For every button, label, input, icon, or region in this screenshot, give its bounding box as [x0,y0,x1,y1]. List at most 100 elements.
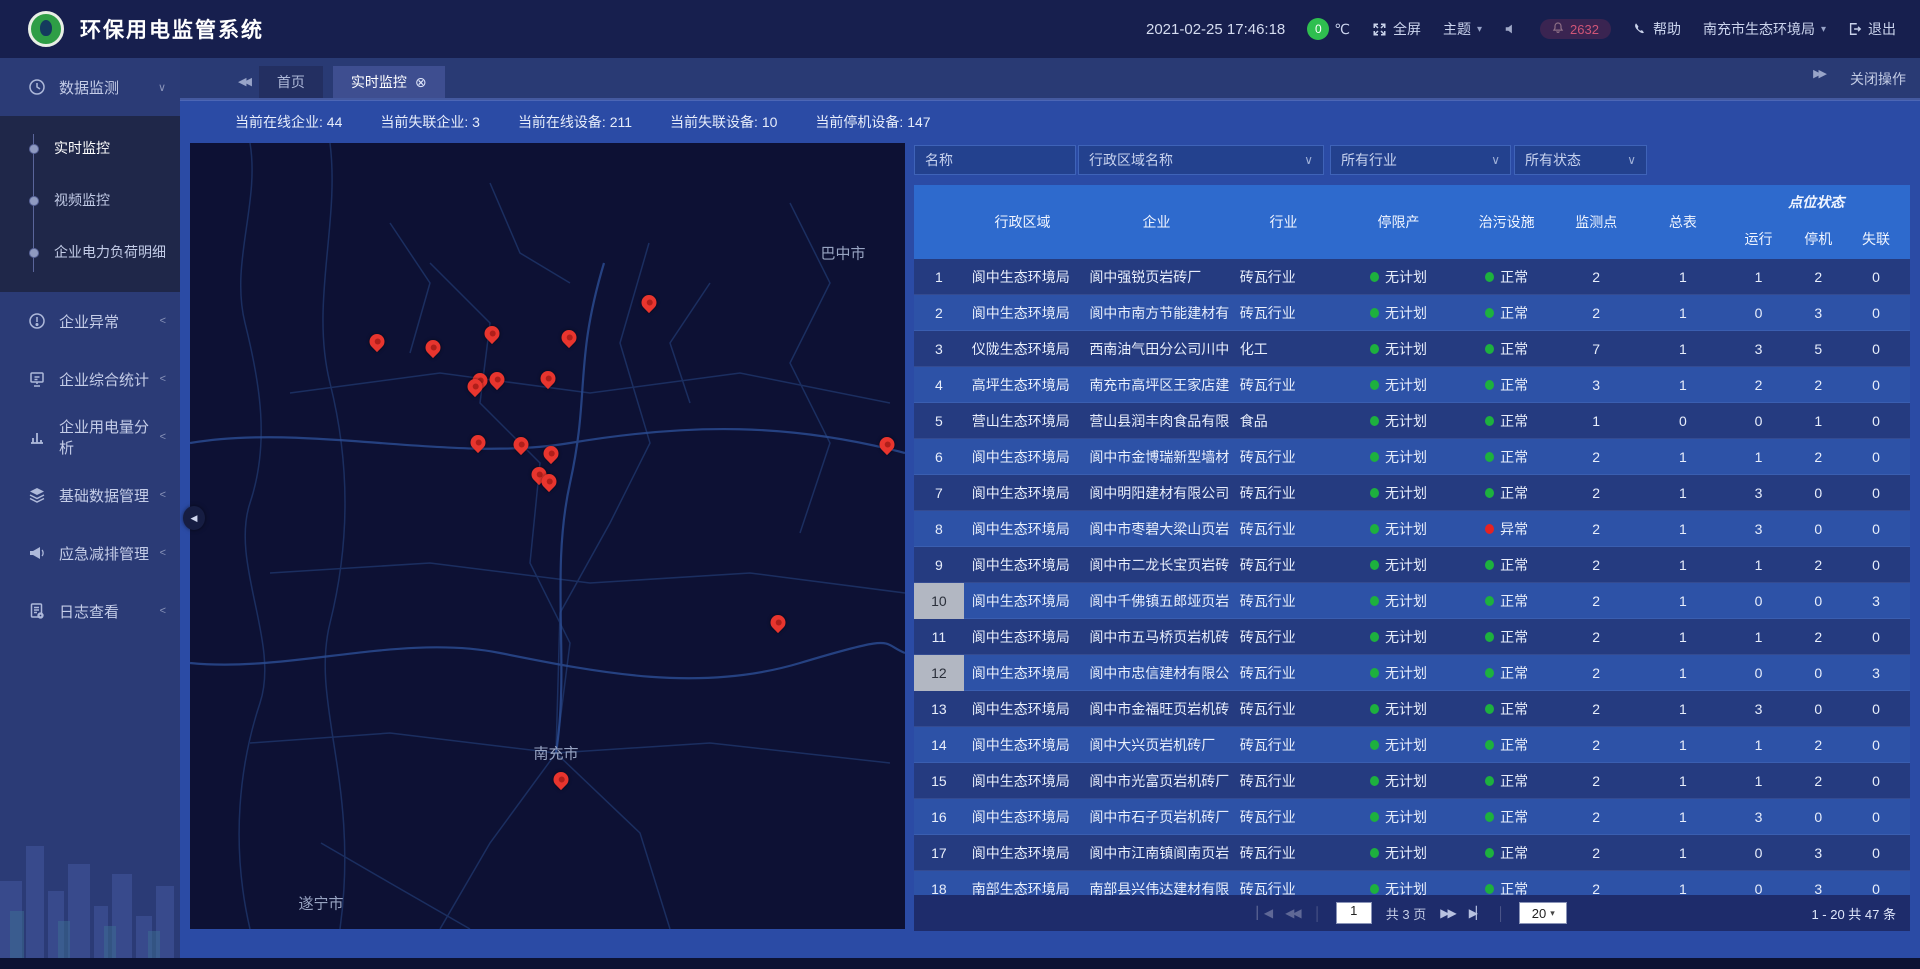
col-header-pollution-facility[interactable]: 治污设施 [1462,185,1552,259]
table-row[interactable]: 15阆中生态环境局阆中市光富页岩机砖厂砖瓦行业无计划正常21120 [914,763,1910,799]
col-header-limit-production[interactable]: 停限产 [1335,185,1461,259]
fullscreen-button[interactable]: 全屏 [1372,19,1421,39]
tabs-scroll-right-icon[interactable]: ▶▶ [1813,67,1824,80]
last-page-icon[interactable]: ▶▏ [1469,906,1483,920]
main-content: 当前在线企业: 44 当前失联企业: 3 当前在线设备: 211 当前失联设备:… [180,100,1920,969]
table-row[interactable]: 6阆中生态环境局阆中市金博瑞新型墙材砖瓦行业无计划正常21120 [914,439,1910,475]
pagination-bar: ▏◀ ◀◀ │ 1 共 3 页 ▶▶ ▶▏ │ 20 ▾ 1 - 20 共 47… [914,895,1910,931]
sidebar-item-emergency-reduction[interactable]: 应急减排管理 < [0,524,180,582]
col-header-monitor-points[interactable]: 监测点 [1551,185,1641,259]
help-button[interactable]: 帮助 [1633,19,1681,39]
first-page-icon[interactable]: ▏◀ [1257,906,1271,920]
status-dot [1485,704,1494,714]
tab-realtime-monitoring[interactable]: 实时监控 ⊗ [333,66,445,98]
table-row[interactable]: 10阆中生态环境局阆中千佛镇五郎垭页岩砖瓦行业无计划正常21003 [914,583,1910,619]
sidebar-item-data-monitoring[interactable]: 数据监测 ∨ [0,58,180,116]
col-header-industry[interactable]: 行业 [1232,185,1336,259]
cell-monitor-points: 2 [1551,799,1641,835]
sidebar-item-power-analysis[interactable]: 企业用电量分析 < [0,408,180,466]
prev-page-icon[interactable]: ◀◀ [1285,906,1299,920]
cell-facility-status: 正常 [1462,691,1552,727]
page-number-input[interactable]: 1 [1336,902,1372,924]
map-collapse-button[interactable]: ◀ [183,506,205,530]
col-header-lost[interactable]: 失联 [1844,219,1908,259]
stat-online-devices: 当前在线设备: 211 [518,112,632,132]
table-row[interactable]: 7阆中生态环境局阆中明阳建材有限公司砖瓦行业无计划正常21300 [914,475,1910,511]
sidebar-item-enterprise-statistics[interactable]: 企业综合统计 < [0,350,180,408]
cell-total-meters: 1 [1641,475,1725,511]
status-dot [1485,416,1494,426]
sidebar-item-power-load-detail[interactable]: 企业电力负荷明细 [0,226,180,278]
table-row[interactable]: 3仪陇生态环境局西南油气田分公司川中化工无计划正常71350 [914,331,1910,367]
table-row[interactable]: 1阆中生态环境局阆中强锐页岩砖厂砖瓦行业无计划正常21120 [914,259,1910,295]
cell-region: 阆中生态环境局 [964,475,1082,511]
logout-button[interactable]: 退出 [1848,19,1896,39]
region-select[interactable]: 行政区域名称∨ [1078,145,1324,175]
table-row[interactable]: 17阆中生态环境局阆中市江南镇阆南页岩砖瓦行业无计划正常21030 [914,835,1910,871]
cell-facility-status: 正常 [1462,367,1552,403]
table-panel: 名称 行政区域名称∨ 所有行业∨ 所有状态∨ 行政区域 企业 行业 停限产 治污… [914,143,1910,931]
cell-total-meters: 1 [1641,439,1725,475]
theme-dropdown[interactable]: 主题 ▾ [1443,19,1482,39]
status-dot [1485,848,1494,858]
table-row[interactable]: 9阆中生态环境局阆中市二龙长宝页岩砖砖瓦行业无计划正常21120 [914,547,1910,583]
sidebar-item-enterprise-abnormal[interactable]: 企业异常 < [0,292,180,350]
org-label: 南充市生态环境局 [1703,19,1815,39]
cell-lost: 3 [1844,655,1908,691]
status-dot [1485,740,1494,750]
table-row[interactable]: 12阆中生态环境局阆中市忠信建材有限公砖瓦行业无计划正常21003 [914,655,1910,691]
cell-industry: 砖瓦行业 [1232,439,1336,475]
table-row[interactable]: 8阆中生态环境局阆中市枣碧大梁山页岩砖瓦行业无计划异常21300 [914,511,1910,547]
close-tab-icon[interactable]: ⊗ [415,74,427,91]
col-header-stopped[interactable]: 停机 [1792,219,1844,259]
stat-label: 当前失联企业: [380,114,472,130]
page-size-select[interactable]: 20 ▾ [1519,902,1567,924]
name-search-input[interactable]: 名称 [914,145,1076,175]
table-row[interactable]: 18南部生态环境局南部县兴伟达建材有限砖瓦行业无计划正常21030 [914,871,1910,895]
sound-toggle[interactable] [1504,22,1518,36]
table-row[interactable]: 16阆中生态环境局阆中市石子页岩机砖厂砖瓦行业无计划正常21300 [914,799,1910,835]
status-dot [1370,596,1379,606]
status-dot [1485,380,1494,390]
next-page-icon[interactable]: ▶▶ [1440,906,1454,920]
sidebar-item-realtime-monitoring[interactable]: 实时监控 [0,122,180,174]
cell-stopped: 2 [1792,619,1844,655]
org-dropdown[interactable]: 南充市生态环境局 ▾ [1703,19,1826,39]
cell-monitor-points: 1 [1551,403,1641,439]
cell-region: 阆中生态环境局 [964,763,1082,799]
cell-industry: 砖瓦行业 [1232,583,1336,619]
status-dot [1370,668,1379,678]
notification-badge[interactable]: 2632 [1540,19,1611,39]
table-row[interactable]: 2阆中生态环境局阆中市南方节能建材有砖瓦行业无计划正常21030 [914,295,1910,331]
cell-monitor-points: 2 [1551,763,1641,799]
table-row[interactable]: 4高坪生态环境局南充市高坪区王家店建砖瓦行业无计划正常31220 [914,367,1910,403]
cell-lost: 0 [1844,259,1908,295]
col-header-region[interactable]: 行政区域 [964,185,1082,259]
sidebar-item-label: 基础数据管理 [59,485,149,506]
table-row[interactable]: 14阆中生态环境局阆中大兴页岩机砖厂砖瓦行业无计划正常21120 [914,727,1910,763]
sidebar-item-basic-data[interactable]: 基础数据管理 < [0,466,180,524]
col-header-company[interactable]: 企业 [1081,185,1231,259]
sidebar-item-log-view[interactable]: 日志查看 < [0,582,180,640]
cell-facility-status: 正常 [1462,331,1552,367]
stat-value: 147 [907,114,930,130]
cell-monitor-points: 3 [1551,367,1641,403]
tab-home[interactable]: 首页 [259,66,323,98]
sidebar-item-video-monitoring[interactable]: 视频监控 [0,174,180,226]
table-row[interactable]: 5营山生态环境局营山县润丰肉食品有限食品无计划正常10010 [914,403,1910,439]
status-dot [1370,740,1379,750]
status-select[interactable]: 所有状态∨ [1514,145,1647,175]
table-row[interactable]: 11阆中生态环境局阆中市五马桥页岩机砖砖瓦行业无计划正常21120 [914,619,1910,655]
cell-total-meters: 1 [1641,331,1725,367]
col-header-running[interactable]: 运行 [1725,219,1793,259]
col-header-total-meters[interactable]: 总表 [1641,185,1725,259]
cell-limit-status: 无计划 [1335,763,1461,799]
map[interactable]: 巴中市南充市遂宁市 [190,143,905,929]
cell-running: 1 [1725,763,1793,799]
status-dot [1370,380,1379,390]
tabs-scroll-left-icon[interactable]: ◀◀ [238,75,249,88]
city-label: 遂宁市 [298,893,343,914]
industry-select[interactable]: 所有行业∨ [1330,145,1511,175]
table-row[interactable]: 13阆中生态环境局阆中市金福旺页岩机砖砖瓦行业无计划正常21300 [914,691,1910,727]
close-operations-button[interactable]: 关闭操作 [1850,69,1906,89]
